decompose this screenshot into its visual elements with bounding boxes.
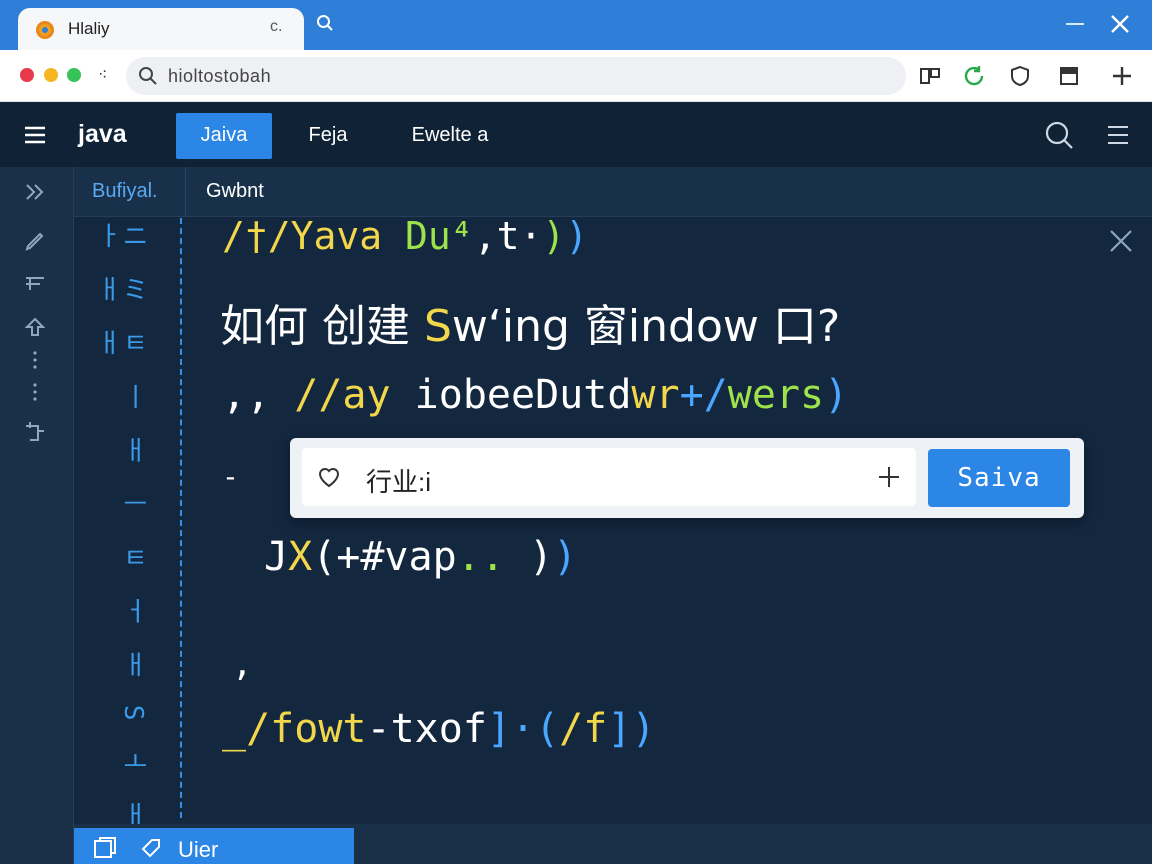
address-text: hioltostobah <box>168 66 272 86</box>
code-token: ) <box>565 214 589 258</box>
browser-tab[interactable]: Hlaliy c. <box>18 8 304 52</box>
code-token: ,, <box>222 372 295 418</box>
tab-title: Hlaliy <box>68 19 110 38</box>
export-icon[interactable] <box>22 419 48 445</box>
code-token: .. <box>456 534 505 580</box>
code-token: _/ <box>222 706 271 752</box>
code-token: ) <box>542 214 566 258</box>
address-bar[interactable]: hioltostobah <box>126 57 906 95</box>
editor-tab-row: Bufiyal. Gwbnt <box>74 167 1152 217</box>
code-token: wr <box>631 372 680 418</box>
code-token: S <box>423 301 452 352</box>
search-icon[interactable] <box>1044 120 1074 150</box>
editor-tab[interactable]: Gwbnt <box>188 167 282 217</box>
code-line-2: 如何 创建 Sw‘ing 窗indow 口? <box>220 290 840 354</box>
tag-icon <box>141 839 160 858</box>
new-tab-icon[interactable] <box>1110 64 1134 88</box>
bottom-tab[interactable]: Uier <box>74 828 354 864</box>
code-token: /f <box>559 706 608 752</box>
upload-icon[interactable] <box>22 315 48 341</box>
nav-tab-ewelte[interactable]: Ewelte a <box>394 113 506 159</box>
code-line-7: _/fowt-txof]·(/f]) <box>222 706 656 752</box>
code-token: w‘ing 窗indow 口? <box>451 301 841 352</box>
popup-input-value: 行业:i <box>366 467 432 497</box>
code-token: 如何 创建 <box>220 301 424 352</box>
list-icon[interactable] <box>1106 123 1130 147</box>
browser-toolbar: ⁖ hioltostobah <box>0 50 1152 102</box>
code-line-3: ,, //ay iobeeDutdwr+/wers) <box>222 372 848 418</box>
minimize-icon[interactable] <box>1064 14 1086 34</box>
code-line-4: - <box>222 460 239 493</box>
code-token: Yava <box>290 214 383 258</box>
tab-audio-icon[interactable]: c. <box>270 18 282 36</box>
search-popup: 行业:i Saiva <box>290 438 1084 518</box>
window-close-icon[interactable] <box>1108 12 1132 36</box>
code-token: (+#vap <box>312 534 457 580</box>
code-token: X <box>288 534 313 580</box>
favicon-icon <box>36 21 54 39</box>
search-icon <box>139 67 157 85</box>
close-icon[interactable] <box>1108 228 1134 254</box>
code-token: wers <box>727 372 825 418</box>
code-token: /†/ <box>222 214 291 258</box>
code-token: ) <box>631 706 656 752</box>
line-gutter: ニ ミ ㅌ ㅣ ㅐ ㅡ ㅌ ㅓ ㅐ S ㅗ ㅐ ㅏ ㅐ ㅐ <box>92 222 148 834</box>
left-rail <box>0 167 74 864</box>
plus-icon[interactable] <box>876 464 902 490</box>
save-button[interactable]: Saiva <box>928 449 1070 507</box>
browser-tab-strip: Hlaliy c. <box>0 0 1152 52</box>
app-title: java <box>78 120 127 148</box>
window-icon[interactable] <box>1058 64 1082 88</box>
heart-icon[interactable] <box>316 464 342 490</box>
code-token: J <box>264 534 289 580</box>
code-line-6: , <box>232 644 253 684</box>
bottom-tab-label: Uier <box>178 837 219 862</box>
app-header: java Jaiva Feja Ewelte a <box>0 103 1152 167</box>
more-vertical-icon[interactable] <box>22 347 48 373</box>
code-token: Du⁴ <box>405 214 474 258</box>
expand-icon[interactable] <box>22 179 48 205</box>
code-token: fowt <box>270 706 367 752</box>
maximize-dot-icon[interactable] <box>67 68 81 82</box>
code-token: ,t· <box>473 214 543 258</box>
terminal-icon[interactable] <box>22 271 48 297</box>
edit-icon[interactable] <box>22 229 48 255</box>
editor-tab-active[interactable]: Bufiyal. <box>74 167 186 217</box>
code-token: -txof <box>366 706 487 752</box>
code-token: iobeeDutd <box>414 372 632 418</box>
code-token: +/ <box>679 372 728 418</box>
code-token: ) <box>824 372 849 418</box>
code-token: ) <box>553 534 578 580</box>
nav-tab-feja[interactable]: Feja <box>292 113 364 159</box>
more-vertical-icon-2[interactable] <box>22 379 48 405</box>
code-line-1: /†/Yava Du⁴,t·)) <box>222 214 588 258</box>
code-token: ) <box>528 534 554 580</box>
code-token: ] <box>607 706 632 752</box>
minimize-dot-icon[interactable] <box>44 68 58 82</box>
shield-icon[interactable] <box>1008 64 1032 88</box>
copy-icon <box>94 837 116 858</box>
hamburger-icon[interactable] <box>24 125 46 145</box>
extensions-icon[interactable] <box>918 64 942 88</box>
tab-search-icon[interactable] <box>316 14 334 32</box>
drag-handle-icon[interactable]: ⁖ <box>98 65 107 85</box>
refresh-icon[interactable] <box>962 64 986 88</box>
gutter-divider <box>180 218 182 818</box>
close-dot-icon[interactable] <box>20 68 34 82</box>
popup-input-field[interactable]: 行业:i <box>302 448 916 506</box>
code-token: //ay <box>294 372 415 418</box>
nav-tab-java[interactable]: Jaiva <box>176 113 272 159</box>
code-token: ]·( <box>486 706 560 752</box>
code-line-5: JX(+#vap.. )) <box>264 534 577 580</box>
